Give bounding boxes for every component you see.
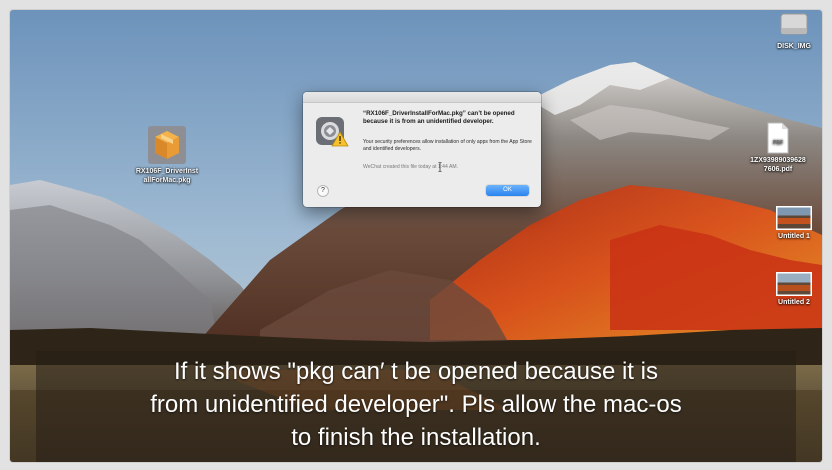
help-button[interactable]: ?	[317, 185, 329, 197]
package-icon	[148, 126, 186, 164]
desktop-icon-untitled-2[interactable]: Untitled 2	[766, 272, 822, 307]
unidentified-developer-dialog: “RX106F_DriverInstallForMac.pkg” can’t b…	[303, 92, 541, 207]
desktop-icon-disk[interactable]: DISK_IMG	[766, 10, 822, 51]
subtitle-line: from unidentified developer". Pls allow …	[150, 391, 682, 418]
subtitle-text: If it shows "pkg can′ t be opened becaus…	[36, 355, 796, 454]
dialog-message: Your security preferences allow installa…	[363, 139, 532, 152]
screenshot-thumbnail-icon	[776, 206, 812, 230]
subtitle-line: If it shows "pkg can′ t be opened becaus…	[174, 358, 658, 385]
desktop-icon-untitled-1[interactable]: Untitled 1	[766, 206, 822, 241]
dialog-title: “RX106F_DriverInstallForMac.pkg” can’t b…	[363, 110, 515, 125]
desktop-icon-label: RX106F_DriverInst allForMac.pkg	[135, 168, 199, 184]
dialog-titlebar[interactable]	[303, 92, 541, 103]
desktop-icon-pdf[interactable]: PDF 1ZX93989039628 7606.pdf	[736, 122, 820, 174]
screen: RX106F_DriverInst allForMac.pkg DISK_IMG…	[10, 10, 822, 462]
desktop-icon-label: Untitled 1	[778, 233, 810, 240]
text-cursor-icon	[438, 162, 442, 172]
pdf-badge: PDF	[773, 140, 783, 146]
desktop-icon-label: DISK_IMG	[777, 43, 811, 50]
dialog-source-note: WeChat created this file today at 1:44 A…	[363, 164, 459, 170]
ok-button[interactable]: OK	[486, 185, 529, 196]
subtitle-line: to finish the installation.	[291, 424, 541, 451]
screenshot-thumbnail-icon	[776, 272, 812, 296]
gatekeeper-warning-icon	[316, 117, 349, 147]
disk-image-icon	[780, 13, 808, 35]
desktop-icon-pkg[interactable]: RX106F_DriverInst allForMac.pkg	[127, 125, 207, 185]
pdf-icon: PDF	[767, 122, 789, 154]
desktop-icon-label: 1ZX93989039628 7606.pdf	[750, 157, 806, 173]
desktop-icon-label: Untitled 2	[778, 299, 810, 306]
video-subtitle: If it shows "pkg can′ t be opened becaus…	[36, 351, 796, 462]
